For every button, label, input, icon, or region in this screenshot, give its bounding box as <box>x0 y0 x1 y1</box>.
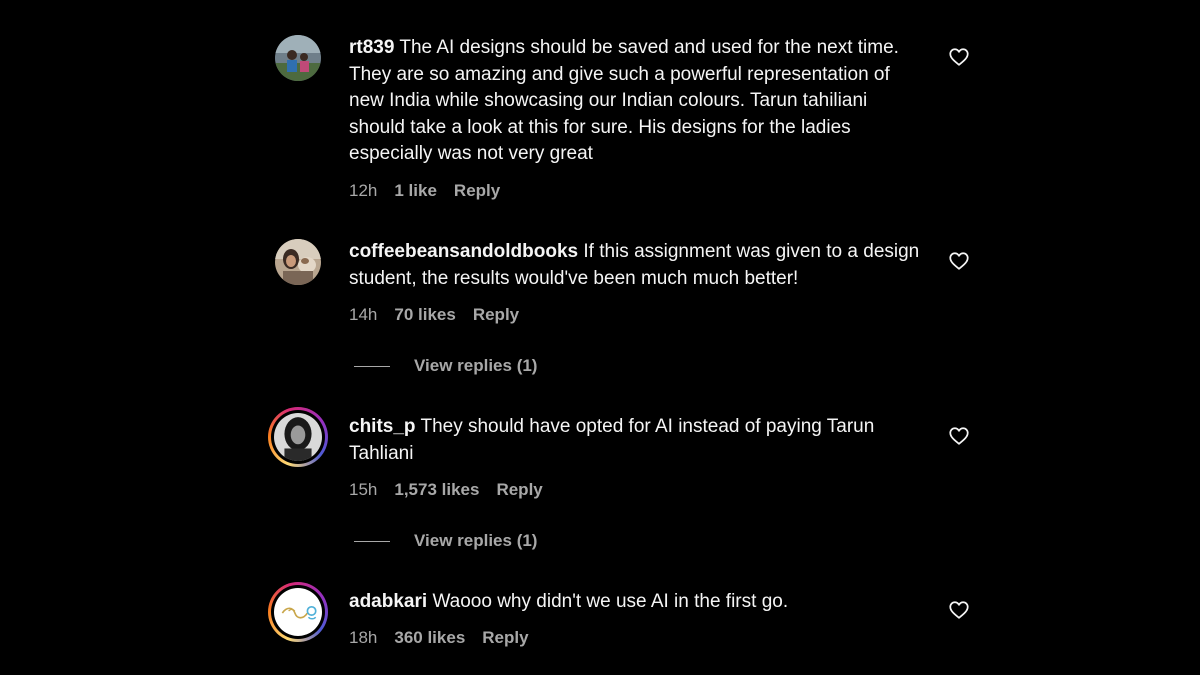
view-replies-button[interactable]: View replies (1) <box>354 531 537 551</box>
comment-text: They should have opted for AI instead of… <box>349 416 875 464</box>
comment-time: 15h <box>349 480 378 499</box>
comment-time: 14h <box>349 305 378 324</box>
view-replies-label: View replies (1) <box>414 356 538 375</box>
comment-meta: 15h 1,573 likes Reply <box>349 480 543 500</box>
reply-button[interactable]: Reply <box>496 480 542 500</box>
comment-text: Waooo why didn't we use AI in the first … <box>432 591 789 612</box>
comment-likes[interactable]: 1 like <box>394 181 437 201</box>
divider-line <box>354 540 390 542</box>
avatar-photo <box>275 239 321 285</box>
comment-body: rt839 The AI designs should be saved and… <box>349 35 924 168</box>
comment-likes[interactable]: 360 likes <box>394 628 465 648</box>
comment-username[interactable]: chits_p <box>349 416 416 437</box>
reply-button[interactable]: Reply <box>473 305 519 325</box>
view-replies-label: View replies (1) <box>414 531 538 550</box>
heart-outline-icon[interactable] <box>948 599 970 621</box>
reply-button[interactable]: Reply <box>454 181 500 201</box>
comment-body: coffeebeansandoldbooks If this assignmen… <box>349 239 924 292</box>
avatar-story-ring[interactable] <box>268 582 328 642</box>
heart-outline-icon[interactable] <box>948 425 970 447</box>
comment-time: 18h <box>349 628 378 647</box>
heart-outline-icon[interactable] <box>948 250 970 272</box>
comment-likes[interactable]: 70 likes <box>394 305 455 325</box>
view-replies-button[interactable]: View replies (1) <box>354 356 537 376</box>
reply-button[interactable]: Reply <box>482 628 528 648</box>
heart-outline-icon[interactable] <box>948 46 970 68</box>
divider-line <box>354 365 390 367</box>
avatar[interactable] <box>275 35 321 81</box>
comment-likes[interactable]: 1,573 likes <box>394 480 479 500</box>
comment-username[interactable]: adabkari <box>349 591 427 612</box>
comment-body: chits_p They should have opted for AI in… <box>349 414 924 467</box>
avatar-story-ring[interactable] <box>268 407 328 467</box>
comment-meta: 18h 360 likes Reply <box>349 628 529 648</box>
avatar-photo <box>275 35 321 81</box>
avatar-photo <box>274 588 322 636</box>
comment-text: The AI designs should be saved and used … <box>349 37 899 164</box>
avatar-photo <box>274 413 322 461</box>
comment-meta: 12h 1 like Reply <box>349 181 500 201</box>
avatar[interactable] <box>275 239 321 285</box>
comment-username[interactable]: rt839 <box>349 37 394 58</box>
comment-meta: 14h 70 likes Reply <box>349 305 519 325</box>
comment-body: adabkari Waooo why didn't we use AI in t… <box>349 589 924 616</box>
comment-username[interactable]: coffeebeansandoldbooks <box>349 241 578 262</box>
comment-time: 12h <box>349 181 378 200</box>
